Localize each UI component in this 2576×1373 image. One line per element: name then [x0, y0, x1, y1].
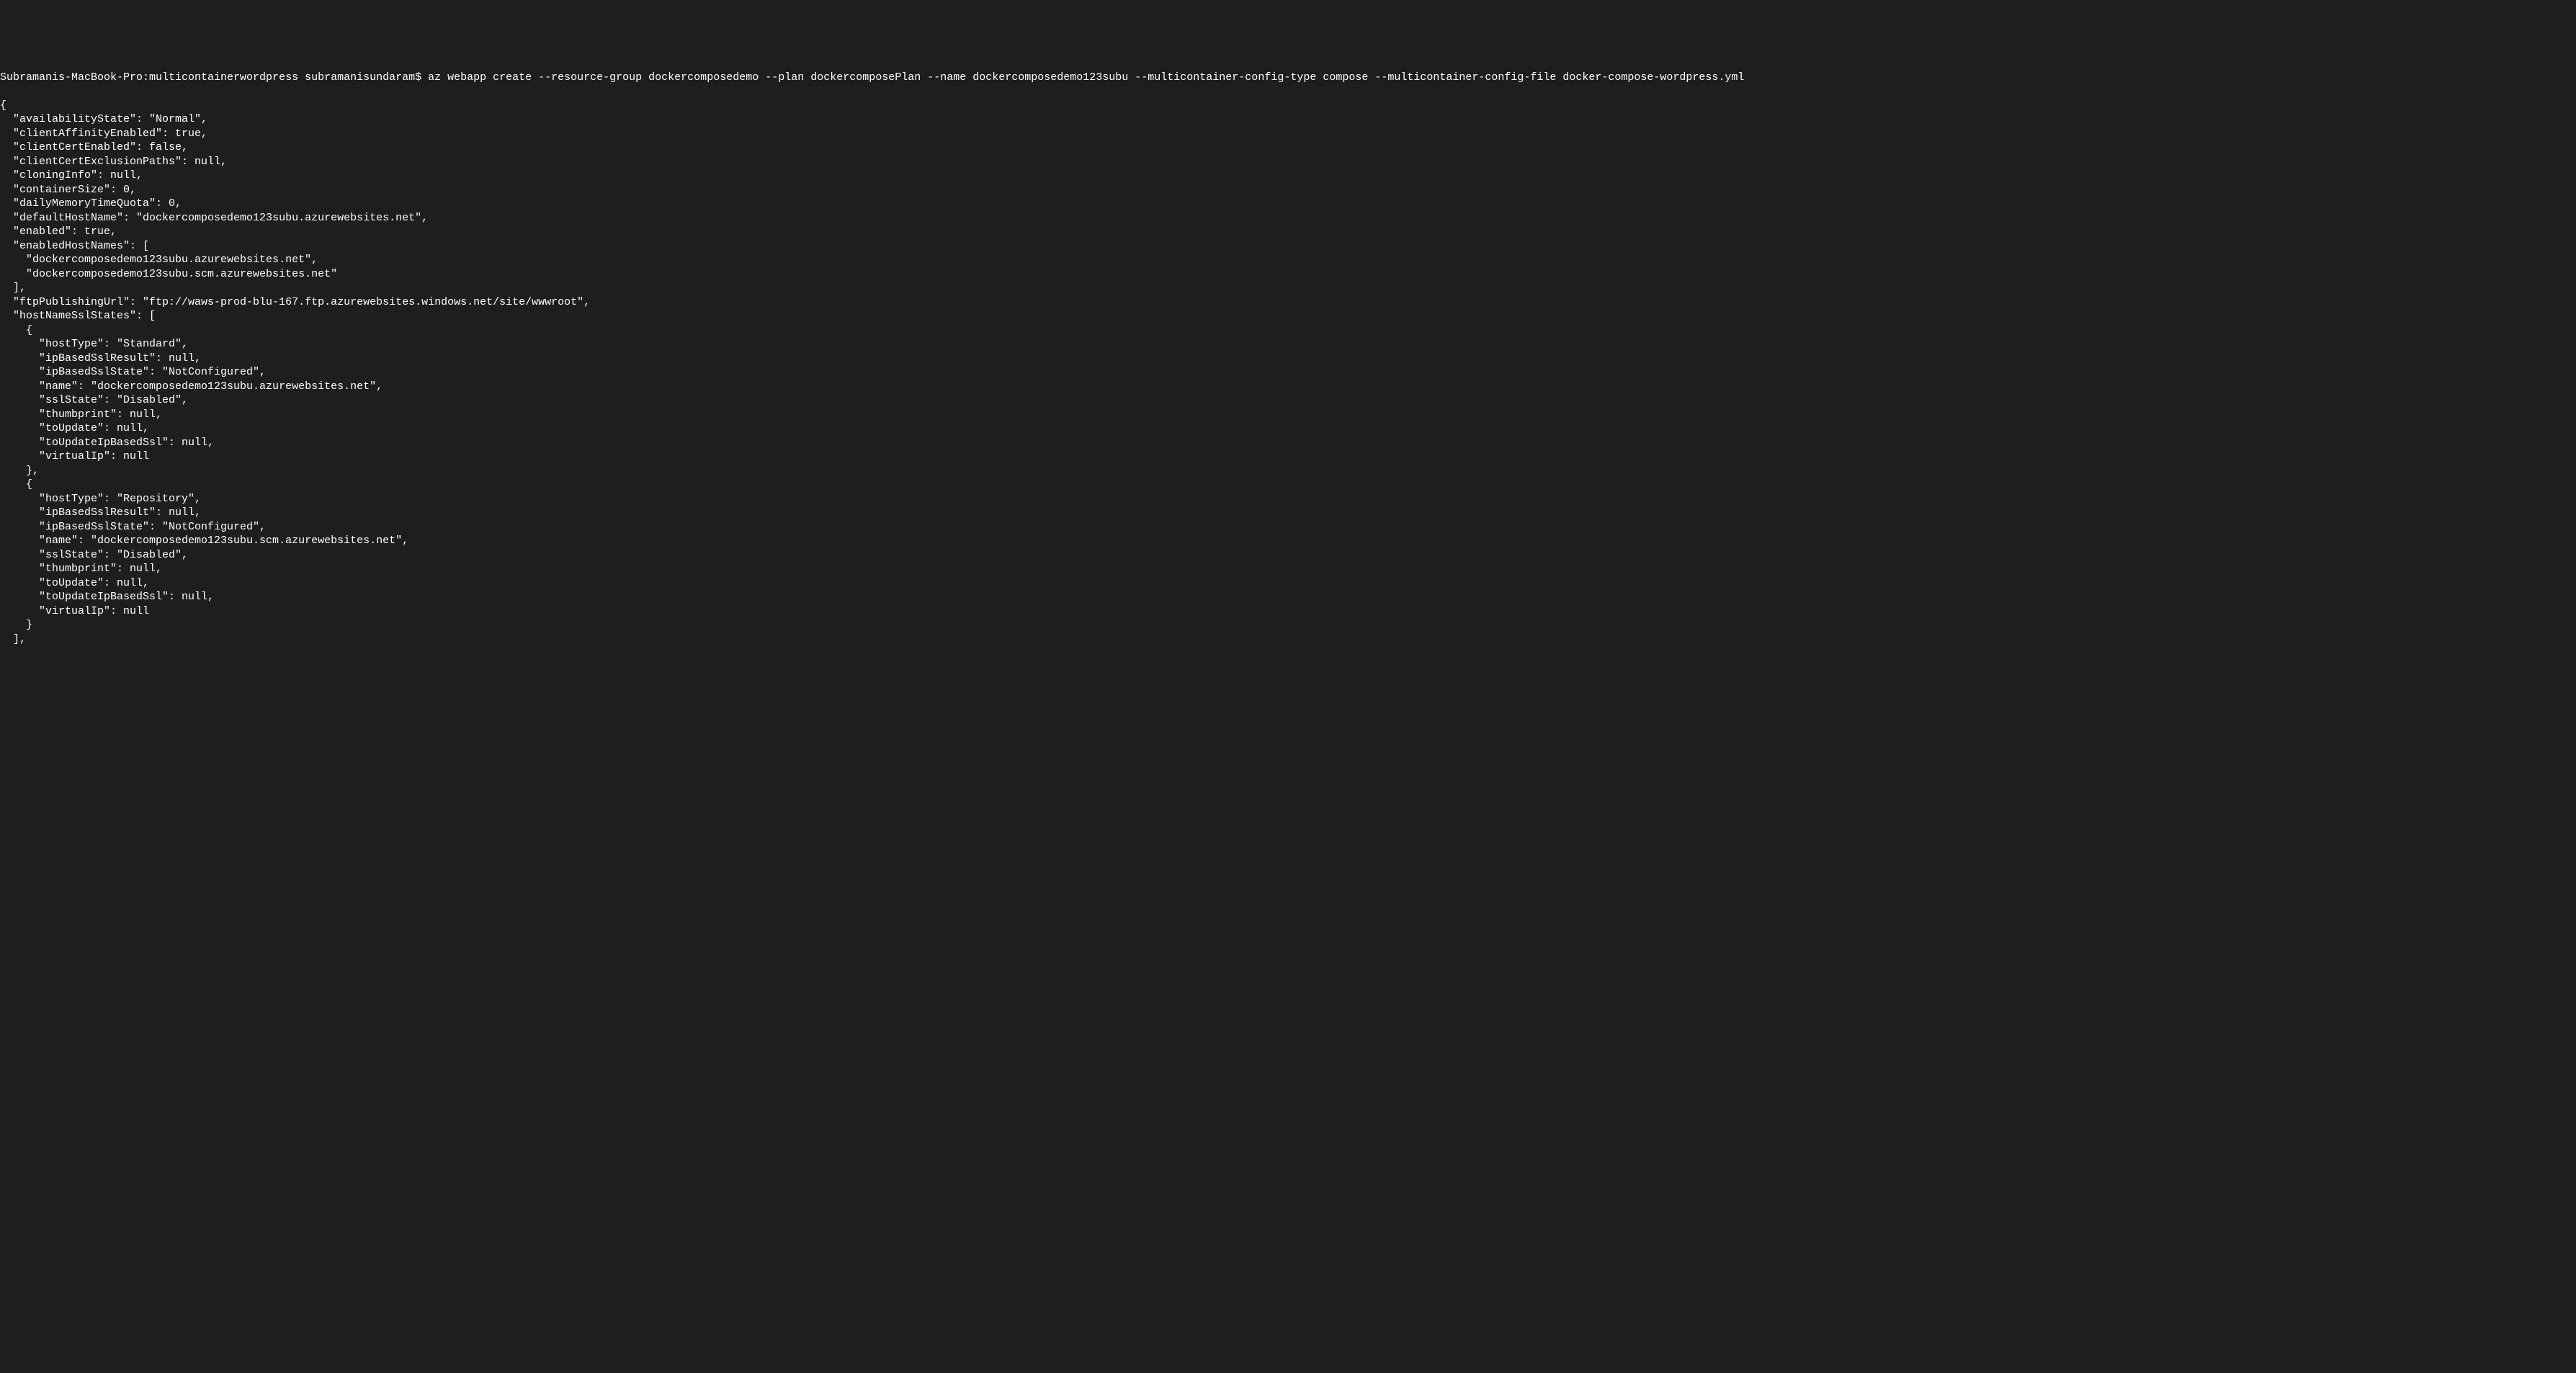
- command-text: az webapp create --resource-group docker…: [428, 71, 1744, 84]
- command-line: Subramanis-MacBook-Pro:multicontainerwor…: [0, 71, 2576, 85]
- command-output: { "availabilityState": "Normal", "client…: [0, 99, 2576, 647]
- shell-prompt: Subramanis-MacBook-Pro:multicontainerwor…: [0, 71, 421, 84]
- terminal-window[interactable]: Subramanis-MacBook-Pro:multicontainerwor…: [0, 56, 2576, 661]
